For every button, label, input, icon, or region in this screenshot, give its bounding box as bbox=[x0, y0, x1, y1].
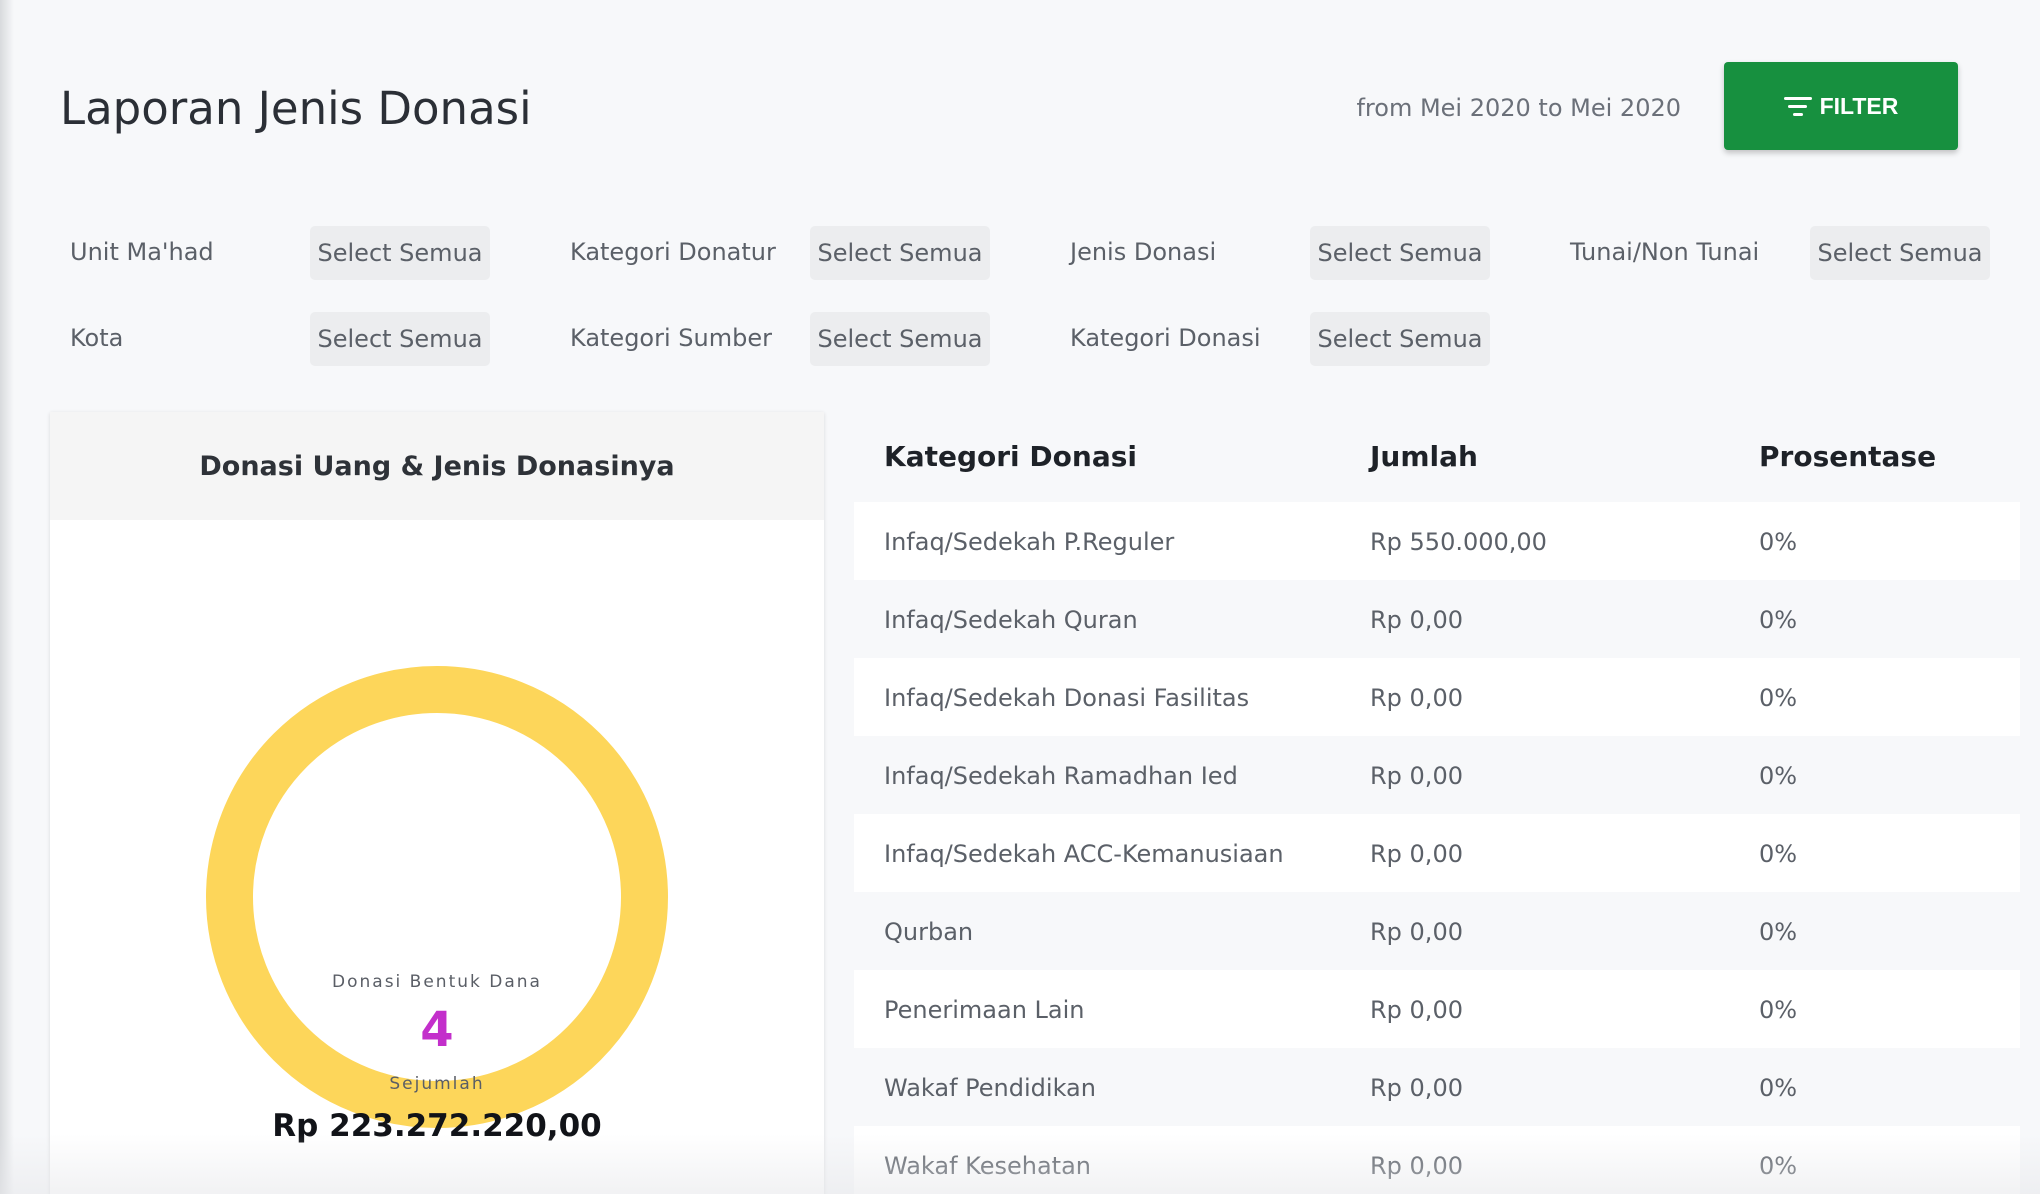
cell-prosentase: 0% bbox=[1759, 762, 1798, 790]
jenis-donasi-select[interactable]: Select Semua bbox=[1310, 226, 1490, 280]
page-title: Laporan Jenis Donasi bbox=[60, 82, 532, 135]
filter-panel: Unit Ma'had Select Semua Kategori Donatu… bbox=[70, 226, 2000, 398]
filter-icon bbox=[1783, 96, 1812, 116]
donut-chart-ring bbox=[206, 666, 668, 1128]
cell-kategori: Infaq/Sedekah Quran bbox=[884, 606, 1138, 634]
cell-jumlah: Rp 0,00 bbox=[1370, 840, 1463, 868]
cell-prosentase: 0% bbox=[1759, 684, 1798, 712]
filter-row: Kota Select Semua Kategori Sumber Select… bbox=[70, 312, 2000, 398]
cell-prosentase: 0% bbox=[1759, 528, 1798, 556]
cell-jumlah: Rp 0,00 bbox=[1370, 684, 1463, 712]
table-row: Infaq/Sedekah Quran Rp 0,00 0% bbox=[854, 580, 2020, 658]
table-row: Wakaf Pendidikan Rp 0,00 0% bbox=[854, 1048, 2020, 1126]
cell-prosentase: 0% bbox=[1759, 606, 1798, 634]
column-header-kategori: Kategori Donasi bbox=[884, 440, 1137, 473]
kota-select[interactable]: Select Semua bbox=[310, 312, 490, 366]
cell-prosentase: 0% bbox=[1759, 840, 1798, 868]
column-header-jumlah: Jumlah bbox=[1370, 440, 1478, 473]
filter-button[interactable]: FILTER bbox=[1724, 62, 1958, 150]
cell-jumlah: Rp 0,00 bbox=[1370, 1074, 1463, 1102]
table-row: Qurban Rp 0,00 0% bbox=[854, 892, 2020, 970]
window-edge-shadow bbox=[0, 0, 14, 1194]
donation-total: Rp 223.272.220,00 bbox=[272, 1108, 602, 1144]
cell-kategori: Wakaf Kesehatan bbox=[884, 1152, 1091, 1180]
cell-kategori: Penerimaan Lain bbox=[884, 996, 1085, 1024]
table-row: Penerimaan Lain Rp 0,00 0% bbox=[854, 970, 2020, 1048]
cell-prosentase: 0% bbox=[1759, 918, 1798, 946]
cell-prosentase: 0% bbox=[1759, 996, 1798, 1024]
jenis-donasi-label: Jenis Donasi bbox=[1070, 238, 1217, 266]
table-row: Infaq/Sedekah P.Reguler Rp 550.000,00 0% bbox=[854, 502, 2020, 580]
page-header: Laporan Jenis Donasi from Mei 2020 to Me… bbox=[60, 62, 2000, 172]
tunai-non-tunai-label: Tunai/Non Tunai bbox=[1570, 238, 1760, 266]
cell-kategori: Infaq/Sedekah Donasi Fasilitas bbox=[884, 684, 1250, 712]
unit-mahad-select[interactable]: Select Semua bbox=[310, 226, 490, 280]
cell-jumlah: Rp 0,00 bbox=[1370, 996, 1463, 1024]
filter-button-label: FILTER bbox=[1819, 92, 1899, 119]
table-row: Infaq/Sedekah ACC-Kemanusiaan Rp 0,00 0% bbox=[854, 814, 2020, 892]
donation-summary-card: Donasi Uang & Jenis Donasinya Donasi Ben… bbox=[50, 412, 824, 1194]
cell-jumlah: Rp 550.000,00 bbox=[1370, 528, 1547, 556]
kategori-sumber-label: Kategori Sumber bbox=[570, 324, 772, 352]
date-range-label: from Mei 2020 to Mei 2020 bbox=[1356, 94, 1681, 122]
cell-kategori: Infaq/Sedekah P.Reguler bbox=[884, 528, 1175, 556]
column-header-prosentase: Prosentase bbox=[1759, 440, 1937, 473]
cell-jumlah: Rp 0,00 bbox=[1370, 918, 1463, 946]
cell-kategori: Qurban bbox=[884, 918, 974, 946]
cell-prosentase: 0% bbox=[1759, 1074, 1798, 1102]
table-row: Wakaf Kesehatan Rp 0,00 0% bbox=[854, 1126, 2020, 1194]
donation-count: 4 bbox=[420, 1002, 454, 1058]
kategori-donasi-label: Kategori Donasi bbox=[1070, 324, 1261, 352]
card-title: Donasi Uang & Jenis Donasinya bbox=[50, 412, 824, 520]
kota-label: Kota bbox=[70, 324, 124, 352]
kategori-donasi-select[interactable]: Select Semua bbox=[1310, 312, 1490, 366]
cell-kategori: Wakaf Pendidikan bbox=[884, 1074, 1096, 1102]
cell-prosentase: 0% bbox=[1759, 1152, 1798, 1180]
kategori-donatur-select[interactable]: Select Semua bbox=[810, 226, 990, 280]
cell-jumlah: Rp 0,00 bbox=[1370, 762, 1463, 790]
cell-jumlah: Rp 0,00 bbox=[1370, 1152, 1463, 1180]
tunai-non-tunai-select[interactable]: Select Semua bbox=[1810, 226, 1990, 280]
cell-kategori: Infaq/Sedekah ACC-Kemanusiaan bbox=[884, 840, 1284, 868]
table-row: Infaq/Sedekah Donasi Fasilitas Rp 0,00 0… bbox=[854, 658, 2020, 736]
table-row: Infaq/Sedekah Ramadhan Ied Rp 0,00 0% bbox=[854, 736, 2020, 814]
donation-table: Kategori Donasi Jumlah Prosentase Infaq/… bbox=[854, 412, 2020, 1194]
filter-row: Unit Ma'had Select Semua Kategori Donatu… bbox=[70, 226, 2000, 312]
unit-mahad-label: Unit Ma'had bbox=[70, 238, 214, 266]
donut-sub-caption: Sejumlah bbox=[389, 1074, 485, 1094]
kategori-donatur-label: Kategori Donatur bbox=[570, 238, 776, 266]
kategori-sumber-select[interactable]: Select Semua bbox=[810, 312, 990, 366]
donut-caption: Donasi Bentuk Dana bbox=[332, 972, 542, 992]
cell-jumlah: Rp 0,00 bbox=[1370, 606, 1463, 634]
table-header: Kategori Donasi Jumlah Prosentase bbox=[854, 412, 2020, 502]
cell-kategori: Infaq/Sedekah Ramadhan Ied bbox=[884, 762, 1238, 790]
